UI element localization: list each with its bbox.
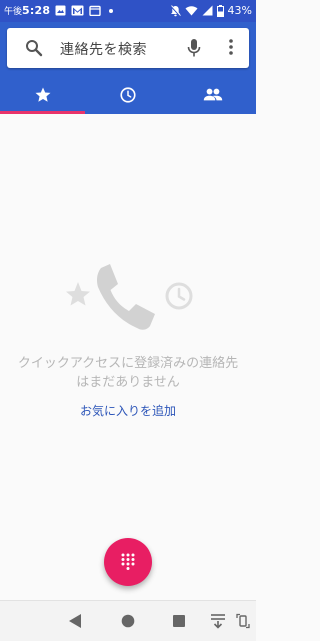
wifi-icon — [185, 6, 198, 16]
dialpad-fab-button[interactable] — [104, 538, 152, 586]
dialpad-icon — [121, 553, 135, 570]
gmail-notification-icon — [71, 5, 84, 16]
illustration-phone-icon — [97, 264, 155, 330]
status-left: 午後5:28 — [4, 4, 114, 17]
illustration-clock-icon — [165, 282, 193, 310]
more-notifications-dot — [109, 8, 114, 13]
app-bar: 連絡先を検索 — [0, 22, 256, 114]
notification-pulldown-icon[interactable] — [210, 613, 226, 629]
tab-favorites[interactable] — [0, 76, 86, 114]
dnd-bell-off-icon — [169, 4, 181, 17]
recent-apps-icon[interactable] — [172, 613, 186, 629]
illustration-star-icon — [66, 282, 90, 306]
system-navigation-bar — [0, 600, 256, 641]
tab-contacts[interactable] — [171, 76, 256, 114]
image-notification-icon — [55, 5, 66, 16]
calendar-notification-icon — [89, 5, 101, 16]
battery-percent: 43% — [227, 4, 252, 17]
tab-recents[interactable] — [85, 76, 170, 114]
search-icon[interactable] — [25, 39, 43, 57]
signal-icon — [202, 5, 213, 16]
battery-icon — [216, 4, 224, 17]
status-bar: 午後5:28 43% — [0, 0, 256, 22]
status-right: 43% — [169, 4, 252, 17]
search-bar[interactable]: 連絡先を検索 — [7, 28, 249, 68]
search-input[interactable]: 連絡先を検索 — [60, 39, 147, 59]
clock: 午後5:28 — [4, 4, 50, 17]
tab-bar — [0, 76, 256, 114]
time-prefix: 午後 — [4, 7, 23, 17]
more-options-icon[interactable] — [229, 39, 233, 55]
back-icon[interactable] — [68, 613, 82, 629]
microphone-icon[interactable] — [187, 38, 201, 58]
star-icon — [35, 87, 51, 102]
clock-icon — [120, 87, 136, 103]
empty-favorites-illustration — [66, 264, 193, 330]
add-favorite-link[interactable]: お気に入りを追加 — [0, 402, 256, 419]
rotate-screen-icon[interactable] — [236, 613, 250, 629]
time: 5:28 — [22, 4, 51, 17]
empty-state-message: クイックアクセスに登録済みの連絡先はまだありません — [17, 356, 239, 390]
people-icon — [204, 88, 223, 101]
home-icon[interactable] — [121, 613, 135, 629]
